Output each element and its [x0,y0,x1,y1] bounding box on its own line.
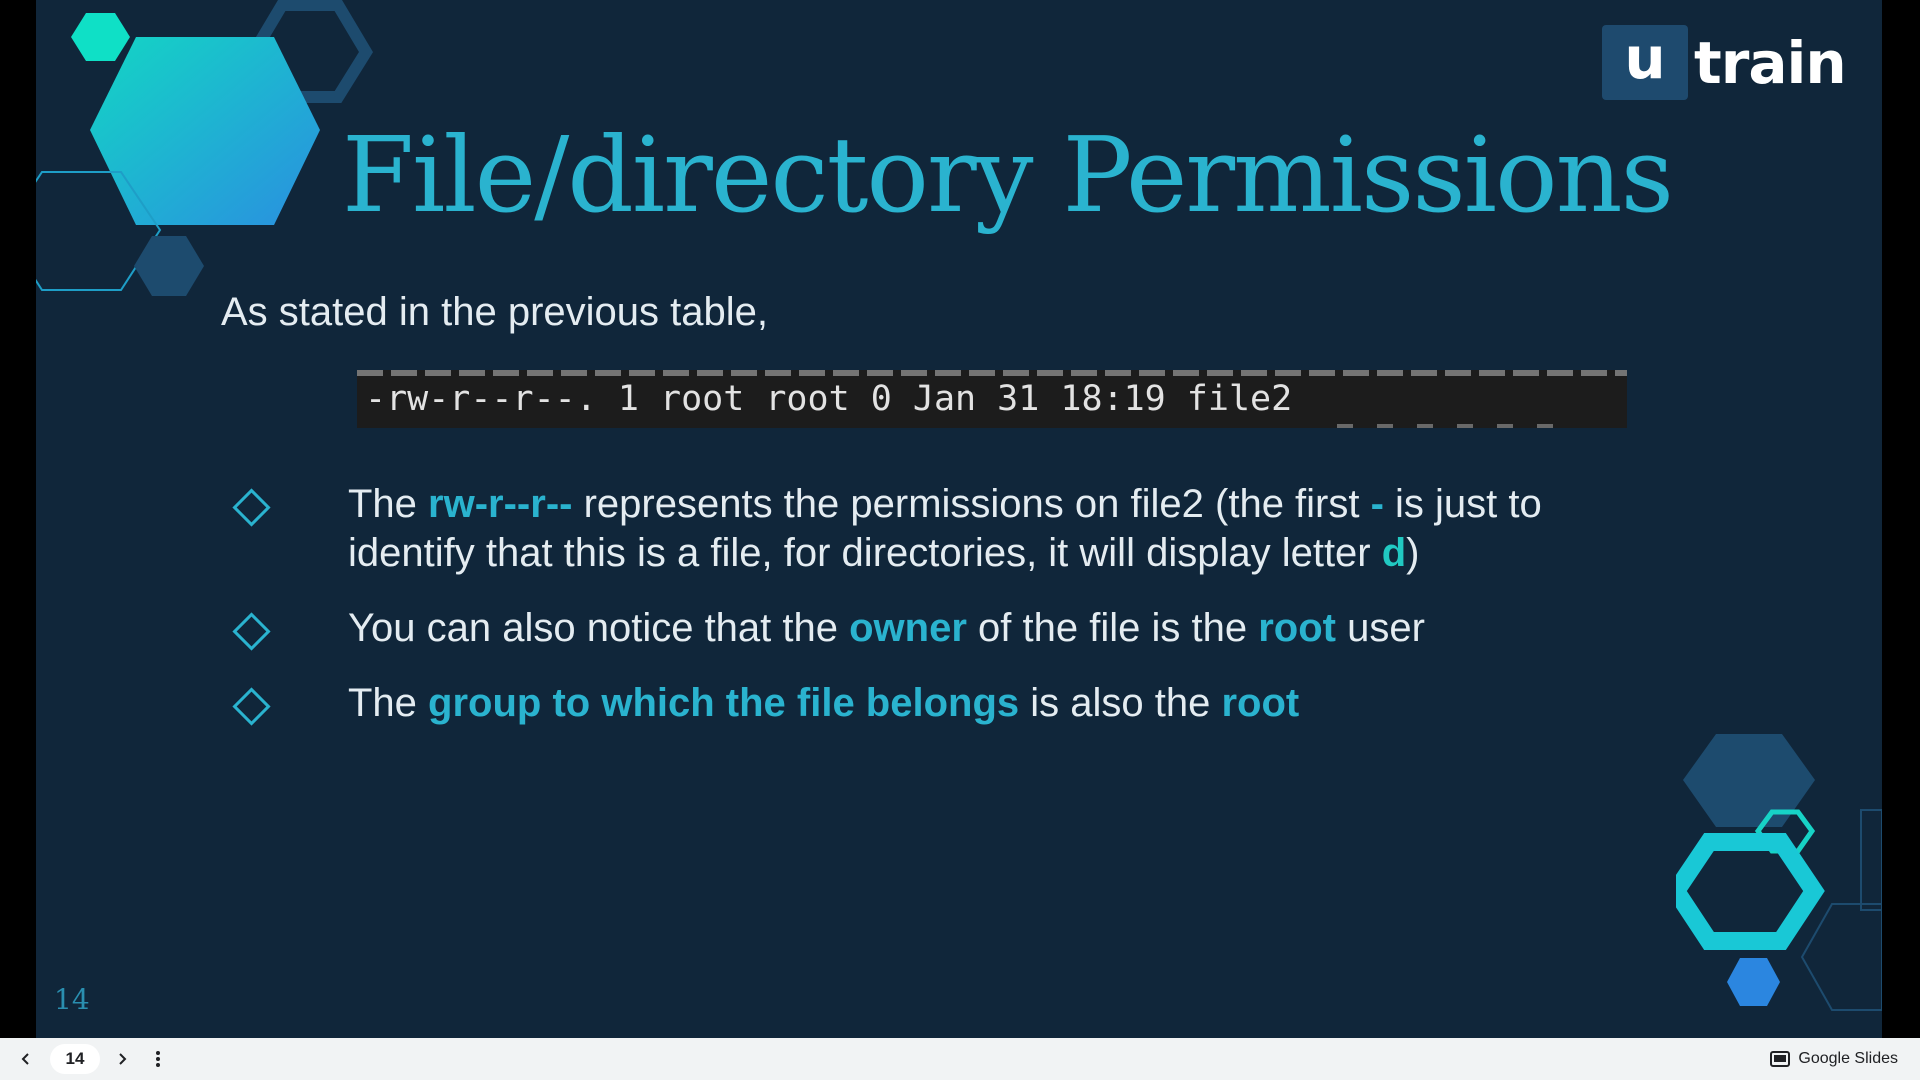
slide-canvas: u train File/directory Permissions As st… [36,0,1882,1038]
highlight-text: root [1258,606,1336,650]
highlight-text: group to which the file belongs [428,681,1020,725]
bullet-text: The [348,681,429,725]
hexagon-decoration-bottom-right [1676,734,1882,1011]
terminal-screenshot: -rw-r--r--. 1 root root 0 Jan 31 18:19 f… [357,370,1627,428]
highlight-text: - [1370,482,1384,526]
google-slides-link[interactable]: Google Slides [1770,1050,1898,1068]
chevron-left-icon [21,1053,29,1065]
slides-icon [1770,1051,1791,1067]
highlight-text: d [1381,531,1407,575]
bullet-text: of the file is the [966,606,1259,650]
bullet-item: The group to which the file belongs is a… [226,679,1646,728]
diamond-bullet-icon [232,687,271,726]
more-vertical-icon [156,1051,160,1067]
more-options-button[interactable] [146,1044,170,1074]
terminal-next-line-fragment [1337,424,1557,428]
bullet-text: user [1335,606,1425,650]
slides-toolbar: 14 Google Slides [0,1038,1920,1080]
bullet-list: The rw-r--r-- represents the permissions… [226,480,1646,754]
slide-number: 14 [54,983,90,1016]
chevron-right-icon [119,1053,127,1065]
slide-title: File/directory Permissions [342,114,1674,236]
terminal-line: -rw-r--r--. 1 root root 0 Jan 31 18:19 f… [365,379,1293,419]
diamond-bullet-icon [232,488,271,527]
previous-slide-button[interactable] [14,1044,38,1074]
bullet-text: ) [1406,531,1420,575]
logo-mark: u [1602,24,1688,100]
highlight-text: owner [849,606,967,650]
bullet-item: The rw-r--r-- represents the permissions… [226,480,1646,578]
diamond-bullet-icon [232,612,271,651]
highlight-text: root [1221,681,1300,725]
logo-text: train [1694,28,1847,97]
bullet-text: represents the permissions on file2 (the… [572,482,1371,526]
highlight-text: rw-r--r-- [428,482,573,526]
terminal-previous-line-fragment [357,370,1627,376]
bullet-text: You can also notice that the [348,606,850,650]
brand-label: Google Slides [1798,1050,1898,1067]
utrain-logo: u train [1602,24,1847,100]
page-number-field[interactable]: 14 [50,1044,100,1074]
next-slide-button[interactable] [110,1044,134,1074]
bullet-text: The [348,482,429,526]
bullet-item: You can also notice that the owner of th… [226,604,1646,653]
bullet-text: is also the [1019,681,1222,725]
intro-text: As stated in the previous table, [221,290,768,334]
